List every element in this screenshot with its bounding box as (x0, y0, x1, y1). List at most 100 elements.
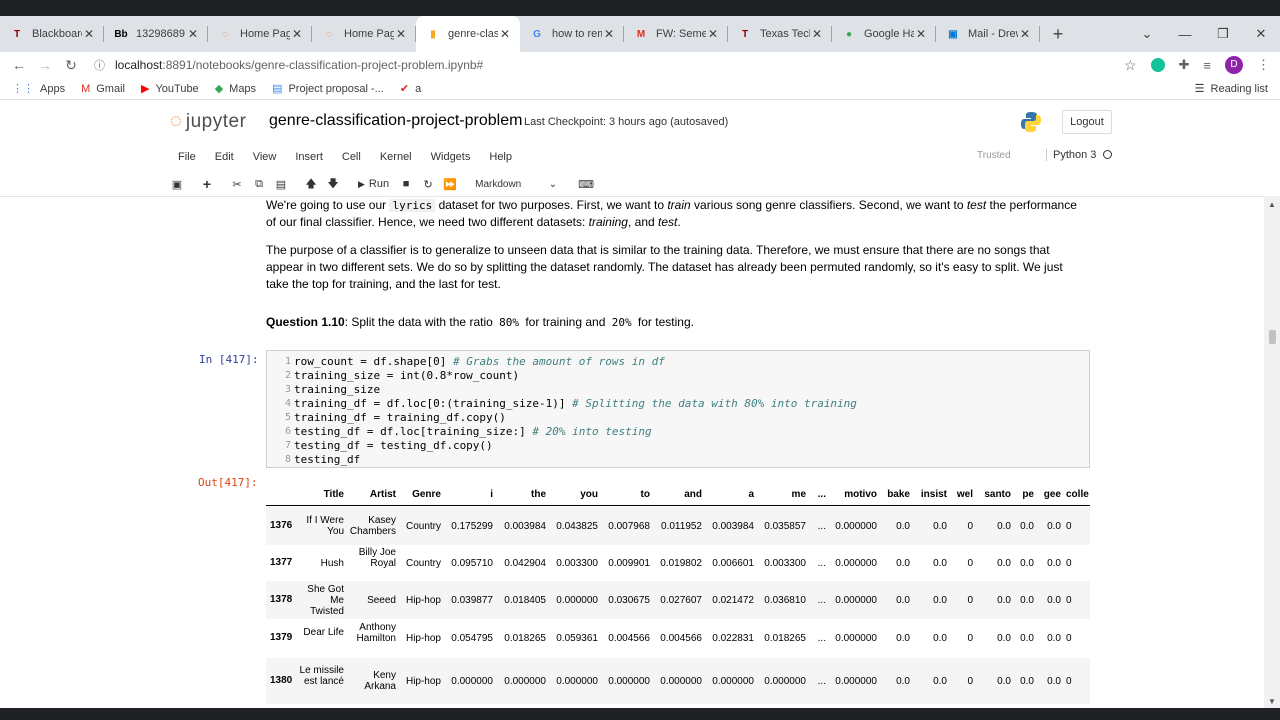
tab-title: Google Har (864, 28, 914, 40)
row-index: 1380 (270, 675, 293, 686)
fast-forward-icon[interactable]: ⏩ (439, 174, 461, 194)
code-text: training_df = df.loc[0:(training_size-1)… (294, 397, 573, 410)
bookmark-item[interactable]: ✔ a (400, 82, 421, 96)
tab-search-icon[interactable]: ⌄ (1128, 26, 1166, 42)
new-tab-icon[interactable]: + (1046, 24, 1070, 45)
menu-item[interactable]: Help (489, 151, 512, 163)
tab-close-icon[interactable]: ✕ (186, 27, 200, 41)
menu-kebab-icon[interactable]: ⋮ (1257, 57, 1270, 73)
browser-tab[interactable]: M FW: Semest✕ (624, 16, 728, 52)
cut-icon[interactable]: ✂ (226, 174, 248, 194)
cell-type-select[interactable]: Markdown ⌄ (471, 175, 561, 193)
bookmark-item[interactable]: ▶ YouTube (141, 82, 199, 96)
browser-tab[interactable]: T Blackboard ✕ (0, 16, 104, 52)
menu-item[interactable]: Kernel (380, 151, 412, 163)
forward-icon[interactable]: → (32, 57, 58, 73)
notebook-title[interactable]: genre-classification-project-problem (269, 112, 522, 130)
scroll-down-icon[interactable]: ▼ (1268, 697, 1276, 706)
restart-icon[interactable]: ↻ (417, 174, 439, 194)
menu-item[interactable]: View (253, 151, 277, 163)
jupyter-logo[interactable]: ◌ jupyter (170, 110, 246, 133)
close-window-icon[interactable]: ✕ (1242, 26, 1280, 42)
run-button[interactable]: ▶ Run (352, 174, 395, 194)
tab-favicon-icon: T (741, 28, 749, 40)
scrollbar-thumb[interactable] (1269, 330, 1276, 344)
tab-favicon-icon: T (13, 28, 21, 40)
browser-tab[interactable]: ▣ Mail - Drew✕ (936, 16, 1040, 52)
menu-item[interactable]: Insert (295, 151, 323, 163)
tab-close-icon[interactable]: ✕ (602, 27, 616, 41)
insert-cell-icon[interactable]: + (196, 174, 218, 194)
browser-tab[interactable]: ● Google Har✕ (832, 16, 936, 52)
tab-close-icon[interactable]: ✕ (498, 27, 512, 41)
logout-button[interactable]: Logout (1062, 110, 1112, 134)
bookmark-item[interactable]: ⋮⋮ Apps (12, 82, 65, 96)
table-cell: 0.0 (896, 675, 910, 687)
reload-icon[interactable]: ↻ (58, 57, 84, 74)
table-cell: 0.0 (1047, 594, 1061, 606)
chevron-down-icon: ⌄ (548, 178, 558, 190)
keyboard-icon[interactable]: ⌨ (575, 174, 597, 194)
notebook-area: We're going to use our lyrics dataset fo… (0, 196, 1264, 708)
tab-title: genre-class (448, 28, 498, 40)
url-field[interactable]: localhost:8891/notebooks/genre-classific… (115, 58, 483, 72)
column-header: santo (984, 489, 1011, 500)
code-line: testing_df (294, 453, 360, 467)
menu-item[interactable]: Widgets (431, 151, 471, 163)
paste-icon[interactable]: ▤ (270, 174, 292, 194)
minimize-icon[interactable]: — (1166, 27, 1204, 42)
table-cell: 0.036810 (764, 594, 806, 606)
tab-close-icon[interactable]: ✕ (290, 27, 304, 41)
browser-tab[interactable]: Bb 13298689 ✕ (104, 16, 208, 52)
bookmark-item[interactable]: ▤ Project proposal -... (272, 82, 384, 96)
table-cell: 0.004566 (608, 632, 650, 644)
stop-icon[interactable]: ■ (395, 174, 417, 194)
bookmark-item[interactable]: ◆ Maps (214, 82, 256, 96)
scroll-up-icon[interactable]: ▲ (1268, 200, 1276, 209)
extensions-icon[interactable]: ✚ (1179, 57, 1190, 73)
table-cell: 0.000000 (835, 675, 877, 687)
checkpoint-status: Last Checkpoint: 3 hours ago (autosaved) (524, 116, 729, 128)
column-header: gee (1043, 489, 1061, 500)
table-cell: 0.021472 (712, 594, 754, 606)
output-prompt: Out[417]: (198, 476, 258, 489)
menu-item[interactable]: Cell (342, 151, 361, 163)
table-cell: 0.095710 (451, 557, 493, 569)
trusted-indicator[interactable]: Trusted (977, 150, 1011, 161)
jupyter-ring-icon: ◌ (170, 110, 182, 132)
browser-tab[interactable]: Ghow to rem ✕ (520, 16, 624, 52)
tab-close-icon[interactable]: ✕ (810, 27, 824, 41)
browser-tab[interactable]: ◌ Home Page✕ (312, 16, 416, 52)
bookmark-item[interactable]: M Gmail (81, 83, 125, 95)
media-icon[interactable]: ≡ (1203, 58, 1211, 73)
table-cell: 0.018405 (504, 594, 546, 606)
browser-tab[interactable]: T Texas Tech ✕ (728, 16, 832, 52)
emphasis: test (658, 215, 678, 229)
back-icon[interactable]: ← (6, 57, 32, 73)
scrollbar[interactable]: ▲ ▼ (1264, 196, 1280, 708)
browser-tab[interactable]: ▮ genre-class✕ (416, 16, 520, 52)
tab-close-icon[interactable]: ✕ (82, 27, 96, 41)
tab-close-icon[interactable]: ✕ (914, 27, 928, 41)
avatar[interactable]: D (1225, 56, 1243, 74)
menu-item[interactable]: Edit (215, 151, 234, 163)
table-cell: 0.011952 (661, 520, 702, 532)
move-down-icon[interactable]: 🡇 (322, 174, 344, 194)
tab-close-icon[interactable]: ✕ (1018, 27, 1032, 41)
browser-tab[interactable]: ◌ Home Page✕ (208, 16, 312, 52)
bookmark-label: Project proposal -... (288, 82, 384, 95)
code-text: training_df = training_df.copy() (294, 411, 506, 424)
tab-title: Texas Tech (760, 28, 810, 40)
move-up-icon[interactable]: 🡅 (300, 174, 322, 194)
grammarly-icon[interactable] (1150, 58, 1165, 72)
copy-icon[interactable]: ⧉ (248, 174, 270, 194)
bookmark-star-icon[interactable]: ☆ (1124, 57, 1137, 74)
save-icon[interactable]: ▣ (166, 174, 188, 194)
tab-close-icon[interactable]: ✕ (394, 27, 408, 41)
tab-close-icon[interactable]: ✕ (706, 27, 720, 41)
code-cell[interactable]: 1 row_count = df.shape[0] # Grabs the amo… (266, 350, 1090, 468)
reading-list[interactable]: ☰ Reading list (1195, 82, 1268, 96)
maps-icon: ◆ (214, 83, 224, 95)
restore-icon[interactable]: ❐ (1204, 26, 1242, 42)
menu-item[interactable]: File (178, 151, 196, 163)
